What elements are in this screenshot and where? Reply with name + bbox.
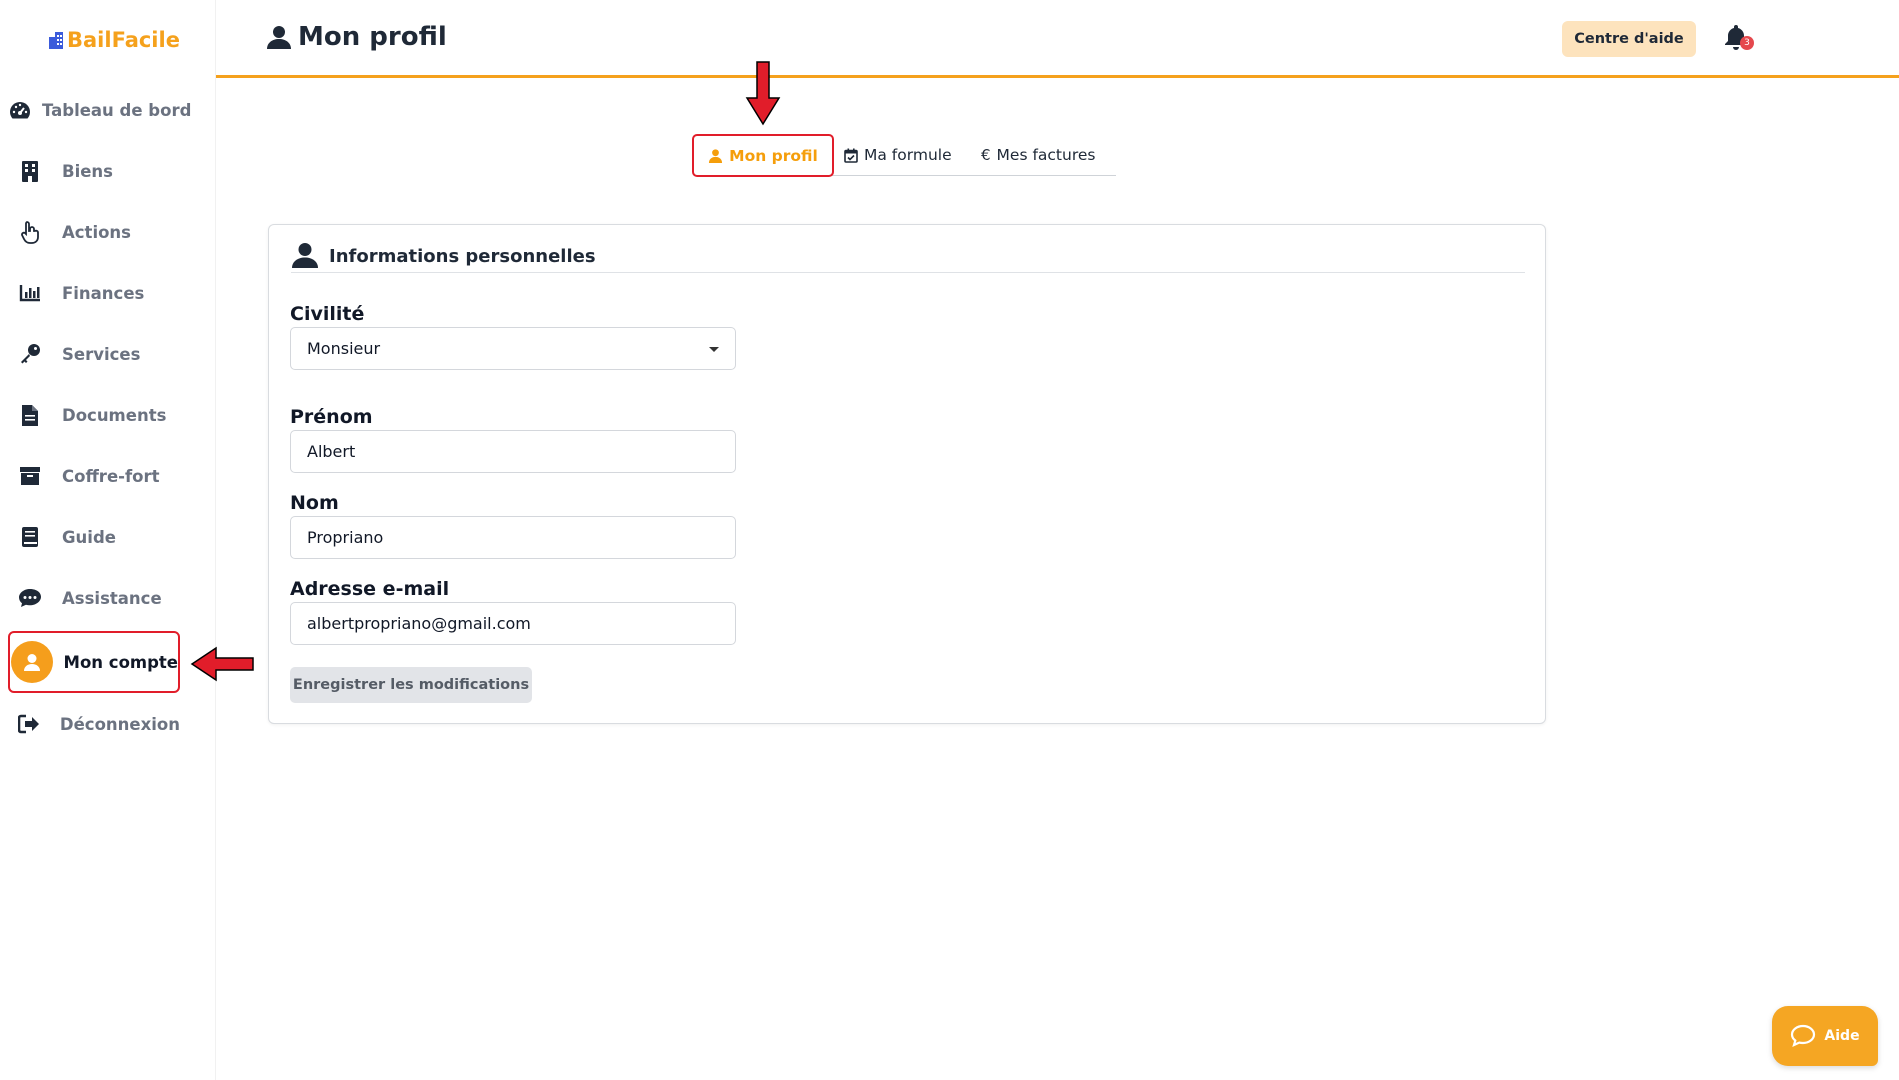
notification-badge: 3 <box>1740 36 1754 50</box>
civilite-select[interactable]: Monsieur <box>290 327 736 370</box>
building-logo-icon <box>49 32 63 49</box>
sidebar: BailFacile Tableau de bord Biens Actions… <box>0 0 216 1080</box>
hand-pointer-icon <box>8 220 52 244</box>
card-header: Informations personnelles <box>291 241 1525 273</box>
email-label: Adresse e-mail <box>290 578 450 600</box>
sidebar-item-label: Guide <box>62 527 116 547</box>
sidebar-item-label: Documents <box>62 405 167 425</box>
sidebar-item-label: Mon compte <box>63 652 178 672</box>
sidebar-item-label: Actions <box>62 222 131 242</box>
calendar-check-icon <box>844 148 858 163</box>
user-icon <box>267 26 291 49</box>
book-icon <box>8 526 52 548</box>
sidebar-item-deconnexion[interactable]: Déconnexion <box>8 696 180 752</box>
save-button[interactable]: Enregistrer les modifications <box>290 667 532 703</box>
sidebar-item-documents[interactable]: Documents <box>8 387 180 443</box>
sidebar-item-services[interactable]: Services <box>8 326 180 382</box>
key-icon <box>8 343 52 365</box>
tab-label: Mes factures <box>996 146 1096 164</box>
sidebar-item-actions[interactable]: Actions <box>8 204 180 260</box>
sidebar-item-guide[interactable]: Guide <box>8 509 180 565</box>
user-icon <box>709 149 723 163</box>
tab-label: Mon profil <box>729 146 818 165</box>
bar-chart-icon <box>8 284 52 302</box>
sidebar-item-tableau-de-bord[interactable]: Tableau de bord <box>8 82 191 138</box>
sidebar-item-assistance[interactable]: Assistance <box>8 570 180 626</box>
sidebar-item-label: Coffre-fort <box>62 466 160 486</box>
sidebar-item-label: Finances <box>62 283 145 303</box>
help-center-button[interactable]: Centre d'aide <box>1562 21 1696 57</box>
sidebar-item-finances[interactable]: Finances <box>8 265 180 321</box>
chevron-down-icon <box>709 347 719 352</box>
sidebar-item-label: Tableau de bord <box>42 100 192 120</box>
personal-info-card: Informations personnelles Civilité Monsi… <box>268 224 1546 724</box>
logo-text: BailFacile <box>67 28 180 52</box>
annotation-arrow-left <box>190 646 254 682</box>
euro-icon: € <box>981 146 991 164</box>
civilite-value: Monsieur <box>307 339 381 358</box>
tab-mes-factures[interactable]: € Mes factures <box>981 134 1095 176</box>
sidebar-item-mon-compte[interactable]: Mon compte <box>8 631 180 693</box>
user-avatar-icon <box>10 641 54 683</box>
sidebar-item-label: Biens <box>62 161 113 181</box>
building-icon <box>8 160 52 182</box>
page-title-text: Mon profil <box>298 22 447 52</box>
help-widget-label: Aide <box>1824 1028 1860 1044</box>
tab-ma-formule[interactable]: Ma formule <box>844 134 952 176</box>
sidebar-item-biens[interactable]: Biens <box>8 143 180 199</box>
logo[interactable]: BailFacile <box>48 28 180 52</box>
civilite-label: Civilité <box>290 303 365 325</box>
sign-out-icon <box>8 714 50 734</box>
help-widget-button[interactable]: Aide <box>1772 1006 1878 1066</box>
archive-box-icon <box>8 466 52 486</box>
sidebar-item-coffre-fort[interactable]: Coffre-fort <box>8 448 180 504</box>
sidebar-item-label: Assistance <box>62 588 162 608</box>
page-title: Mon profil <box>266 22 447 52</box>
sidebar-item-label: Services <box>62 344 141 364</box>
top-header: Mon profil Centre d'aide 3 <box>216 0 1899 78</box>
prenom-field[interactable]: Albert <box>290 430 736 473</box>
prenom-label: Prénom <box>290 406 373 428</box>
section-title: Informations personnelles <box>329 246 596 267</box>
nom-field[interactable]: Propriano <box>290 516 736 559</box>
chat-bubble-icon <box>1791 1024 1816 1048</box>
dashboard-gauge-icon <box>8 100 32 120</box>
user-icon <box>292 243 318 268</box>
chat-bubble-icon <box>8 588 52 608</box>
tab-label: Ma formule <box>864 146 952 164</box>
tab-mon-profil[interactable]: Mon profil <box>692 134 834 177</box>
notifications-button[interactable]: 3 <box>1724 24 1754 54</box>
annotation-arrow-down <box>745 61 781 126</box>
profile-tabs: Mon profil Ma formule € Mes factures <box>692 134 1116 177</box>
email-field[interactable]: albertpropriano@gmail.com <box>290 602 736 645</box>
document-icon <box>8 404 52 426</box>
nom-label: Nom <box>290 492 339 514</box>
sidebar-item-label: Déconnexion <box>59 714 180 734</box>
